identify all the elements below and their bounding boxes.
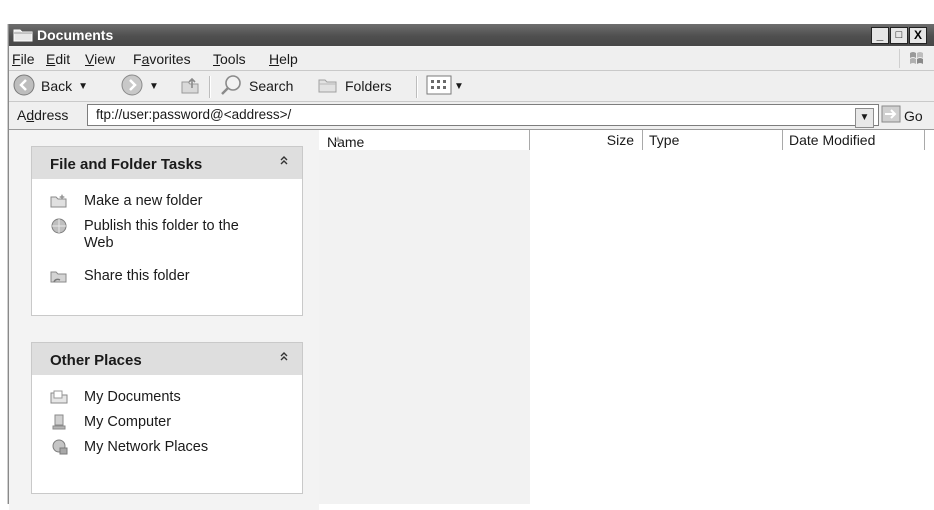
place-my-network-places[interactable]: My Network Places bbox=[50, 439, 208, 456]
new-folder-icon bbox=[50, 193, 70, 209]
menu-help[interactable]: Help bbox=[269, 51, 298, 67]
task-label: Share this folder bbox=[84, 268, 190, 284]
forward-button[interactable]: ▼ bbox=[121, 71, 159, 101]
column-header-name[interactable]: Name ▲ bbox=[319, 130, 530, 150]
file-folder-tasks-panel: File and Folder Tasks Make a new folder … bbox=[31, 146, 303, 316]
explorer-window: Documents _ □ X File Edit View Favorites… bbox=[8, 24, 934, 510]
go-label: Go bbox=[904, 107, 923, 124]
place-label: My Documents bbox=[84, 389, 181, 405]
title-bar[interactable]: Documents _ □ X bbox=[9, 24, 934, 46]
chevron-down-icon[interactable]: ▼ bbox=[454, 81, 464, 92]
my-computer-icon bbox=[50, 414, 70, 430]
folder-icon bbox=[13, 27, 33, 45]
up-folder-button[interactable] bbox=[179, 71, 201, 101]
back-arrow-icon bbox=[13, 74, 35, 99]
panel-title: Other Places bbox=[50, 352, 142, 369]
folders-label: Folders bbox=[345, 78, 392, 94]
place-my-computer[interactable]: My Computer bbox=[50, 414, 171, 431]
search-icon bbox=[219, 74, 243, 99]
share-folder-icon bbox=[50, 268, 70, 284]
task-label: Publish this folder to the Web bbox=[84, 218, 239, 251]
collapse-chevron-icon[interactable] bbox=[278, 350, 290, 365]
windows-flag-icon bbox=[899, 49, 930, 68]
network-places-icon bbox=[50, 439, 70, 455]
task-label: Make a new folder bbox=[84, 193, 203, 209]
go-arrow-icon bbox=[881, 105, 901, 126]
chevron-down-icon[interactable]: ▼ bbox=[78, 81, 88, 92]
sort-ascending-icon: ▲ bbox=[333, 134, 343, 145]
search-label: Search bbox=[249, 78, 294, 94]
up-folder-icon bbox=[179, 74, 201, 99]
address-bar: Address ftp://user:password@<address>/ ▼… bbox=[9, 102, 934, 130]
go-button[interactable]: Go bbox=[881, 105, 923, 126]
forward-arrow-icon bbox=[121, 74, 143, 99]
place-label: My Network Places bbox=[84, 439, 209, 455]
search-button[interactable]: Search bbox=[219, 71, 293, 101]
file-list-view[interactable]: Name ▲ Size Type Date Modified bbox=[319, 130, 934, 504]
maximize-button[interactable]: □ bbox=[890, 27, 908, 44]
other-places-header[interactable]: Other Places bbox=[32, 343, 302, 375]
address-value: ftp://user:password@<address>/ bbox=[96, 107, 292, 122]
task-share-folder[interactable]: Share this folder bbox=[50, 268, 190, 285]
task-publish-folder-web[interactable]: Publish this folder to the Web bbox=[50, 218, 250, 252]
column-headers: Name ▲ Size Type Date Modified bbox=[319, 130, 934, 150]
other-places-panel: Other Places My Documents My Computer My… bbox=[31, 342, 303, 494]
column-header-date-modified[interactable]: Date Modified bbox=[783, 130, 925, 150]
address-dropdown-button[interactable]: ▼ bbox=[855, 108, 874, 128]
column-header-type[interactable]: Type bbox=[643, 130, 783, 150]
back-label: Back bbox=[41, 78, 73, 94]
name-column-highlight bbox=[319, 150, 530, 504]
back-button[interactable]: Back ▼ bbox=[13, 71, 88, 101]
place-my-documents[interactable]: My Documents bbox=[50, 389, 181, 406]
collapse-chevron-icon[interactable] bbox=[278, 154, 290, 169]
menu-edit[interactable]: Edit bbox=[46, 51, 70, 67]
views-button[interactable]: ▼ bbox=[426, 71, 464, 101]
views-grid-icon bbox=[426, 75, 452, 98]
panel-title: File and Folder Tasks bbox=[50, 156, 203, 173]
place-label: My Computer bbox=[84, 414, 172, 430]
task-make-new-folder[interactable]: Make a new folder bbox=[50, 193, 202, 210]
file-folder-tasks-header[interactable]: File and Folder Tasks bbox=[32, 147, 302, 179]
my-documents-icon bbox=[50, 389, 70, 405]
menu-bar: File Edit View Favorites Tools Help bbox=[9, 47, 934, 71]
menu-favorites[interactable]: Favorites bbox=[133, 51, 191, 67]
address-input[interactable]: ftp://user:password@<address>/ ▼ bbox=[87, 104, 879, 128]
chevron-down-icon[interactable]: ▼ bbox=[149, 81, 159, 92]
toolbar: Back ▼ ▼ Search Folders ▼ bbox=[9, 71, 934, 102]
close-button[interactable]: X bbox=[909, 27, 927, 44]
menu-view[interactable]: View bbox=[85, 51, 115, 67]
folders-button[interactable]: Folders bbox=[317, 71, 392, 101]
minimize-button[interactable]: _ bbox=[871, 27, 889, 44]
column-header-size[interactable]: Size bbox=[530, 130, 643, 150]
folders-icon bbox=[317, 74, 339, 99]
task-pane: File and Folder Tasks Make a new folder … bbox=[9, 130, 319, 510]
address-label: Address bbox=[17, 107, 69, 123]
window-title: Documents bbox=[37, 27, 114, 43]
menu-file[interactable]: File bbox=[12, 51, 35, 67]
publish-web-icon bbox=[50, 218, 70, 234]
menu-tools[interactable]: Tools bbox=[213, 51, 246, 67]
